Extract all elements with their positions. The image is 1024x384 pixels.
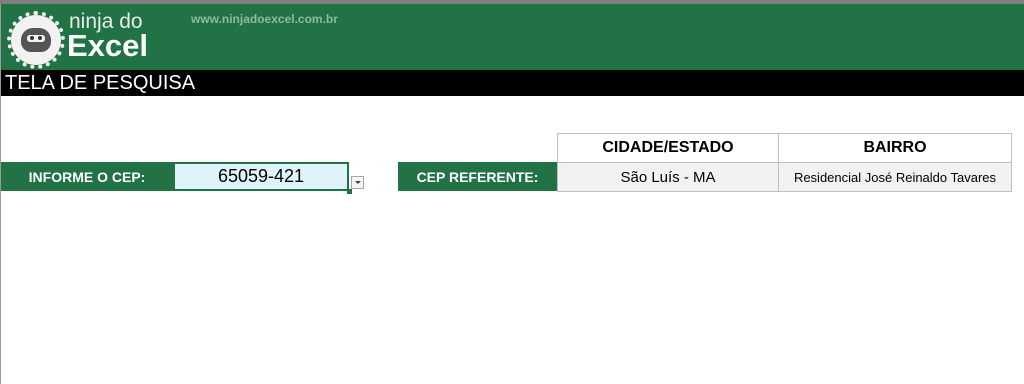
ninja-eyes-icon — [27, 35, 45, 42]
value-bairro[interactable]: Residencial José Reinaldo Tavares — [778, 162, 1012, 192]
cep-referente-label: CEP REFERENTE: — [398, 162, 557, 191]
value-cidade-estado[interactable]: São Luís - MA — [557, 162, 779, 192]
result-header-row: CIDADE/ESTADO BAIRRO — [557, 133, 1012, 163]
header-cidade-estado: CIDADE/ESTADO — [557, 133, 779, 163]
cep-dropdown-button[interactable] — [351, 176, 364, 189]
result-table: CIDADE/ESTADO BAIRRO São Luís - MA Resid… — [557, 133, 1012, 192]
header-bairro: BAIRRO — [778, 133, 1012, 163]
logo-text-line2: Excel — [67, 28, 149, 63]
cep-input[interactable]: 65059-421 — [173, 162, 349, 191]
page-title-bar: TELA DE PESQUISA — [1, 70, 1024, 96]
site-url: www.ninjadoexcel.com.br — [191, 12, 338, 26]
fill-handle[interactable] — [347, 189, 352, 194]
ninja-face-icon — [21, 28, 51, 52]
ninja-logo-icon — [7, 11, 65, 69]
cep-label: INFORME O CEP: — [1, 162, 173, 191]
header-banner: ninja do Excel www.ninjadoexcel.com.br — [1, 4, 1024, 70]
result-value-row: São Luís - MA Residencial José Reinaldo … — [557, 162, 1012, 192]
page-title: TELA DE PESQUISA — [5, 72, 196, 94]
